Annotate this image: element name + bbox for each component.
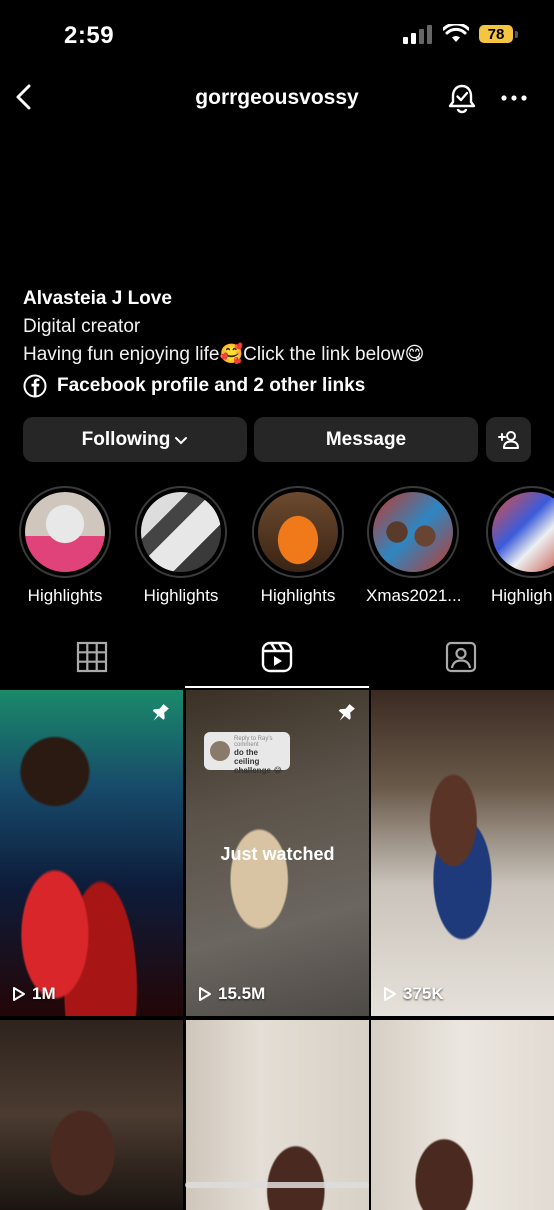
pin-icon xyxy=(152,704,169,721)
battery-indicator: 78 xyxy=(479,25,513,43)
reply-title: Reply to Ray's comment xyxy=(234,736,273,748)
reel-view-count: 375K xyxy=(403,984,444,1003)
play-icon xyxy=(13,987,25,1001)
highlight-label: Highligh xyxy=(491,586,553,605)
play-icon xyxy=(384,987,396,1001)
highlight-cover xyxy=(25,492,105,572)
highlight-ring xyxy=(135,486,227,578)
reply-text: do the ceiling challenge 😂 xyxy=(234,748,283,775)
profile-links[interactable]: Facebook profile and 2 other links xyxy=(23,374,365,398)
more-icon[interactable] xyxy=(500,86,528,110)
bell-check-icon[interactable] xyxy=(446,82,478,114)
following-label: Following xyxy=(81,428,171,450)
reply-avatar xyxy=(210,741,230,761)
grid-icon[interactable] xyxy=(75,640,109,674)
reel-views: 1M xyxy=(12,984,56,1004)
highlight-item[interactable]: Highligh xyxy=(483,486,554,606)
highlight-item[interactable]: Highlights xyxy=(251,486,345,606)
highlight-item[interactable]: Highlights xyxy=(18,486,112,606)
highlight-item[interactable]: Xmas2021... xyxy=(366,486,460,606)
profile-bio: Having fun enjoying life🥰Click the link … xyxy=(23,344,425,365)
message-button[interactable]: Message xyxy=(254,417,478,462)
add-person-icon xyxy=(497,430,519,449)
pin-icon xyxy=(338,704,355,721)
active-tab-indicator xyxy=(185,686,369,688)
highlight-cover xyxy=(492,492,554,572)
chevron-down-icon xyxy=(175,436,188,444)
reel-view-count: 15.5M xyxy=(218,984,266,1003)
profile-name: Alvasteia J Love xyxy=(23,288,172,309)
facebook-icon xyxy=(23,374,47,398)
reels-icon[interactable] xyxy=(260,640,294,674)
add-person-button[interactable] xyxy=(486,417,531,462)
highlight-ring xyxy=(19,486,111,578)
reel-views: 375K xyxy=(383,984,444,1004)
profile-category: Digital creator xyxy=(23,316,141,337)
message-label: Message xyxy=(325,428,407,450)
reel-thumbnail[interactable]: 375K xyxy=(371,690,554,1016)
reel-thumbnail[interactable] xyxy=(371,1020,554,1210)
wifi-icon xyxy=(443,24,469,42)
just-watched-label: Just watched xyxy=(220,844,335,864)
battery-tip xyxy=(515,30,518,38)
highlight-cover xyxy=(141,492,221,572)
highlight-label: Highlights xyxy=(143,586,219,605)
status-icons: 78 xyxy=(403,24,518,44)
reel-thumbnail[interactable] xyxy=(0,1020,183,1210)
highlight-cover xyxy=(258,492,338,572)
reel-views: 15.5M xyxy=(198,984,265,1004)
reel-thumbnail[interactable]: Reply to Ray's comment do the ceiling ch… xyxy=(186,690,369,1016)
highlight-item[interactable]: Highlights xyxy=(134,486,228,606)
signal-icon xyxy=(403,25,432,44)
highlight-cover xyxy=(373,492,453,572)
reel-thumbnail[interactable]: 1M xyxy=(0,690,183,1016)
following-button[interactable]: Following xyxy=(23,417,247,462)
reel-view-count: 1M xyxy=(32,984,56,1003)
links-text: Facebook profile and 2 other links xyxy=(57,375,366,396)
home-indicator[interactable] xyxy=(185,1182,369,1188)
status-time: 2:59 xyxy=(64,22,115,49)
highlight-label: Xmas2021... xyxy=(366,586,460,605)
highlight-ring xyxy=(486,486,554,578)
play-icon xyxy=(199,987,211,1001)
highlight-ring xyxy=(252,486,344,578)
highlight-label: Highlights xyxy=(260,586,336,605)
tagged-icon[interactable] xyxy=(444,640,478,674)
highlight-label: Highlights xyxy=(27,586,103,605)
reply-sticker: Reply to Ray's comment do the ceiling ch… xyxy=(204,732,290,775)
highlight-ring xyxy=(367,486,459,578)
